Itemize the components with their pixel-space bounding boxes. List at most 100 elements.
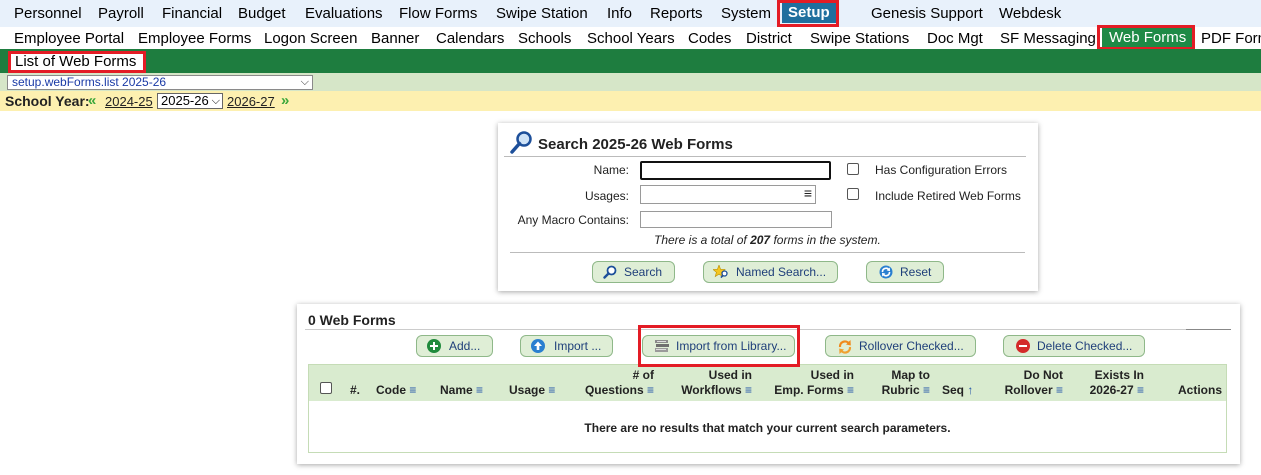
col-exists-in[interactable]: Exists In 2026-27 ≡ — [1072, 368, 1144, 398]
name-input[interactable] — [640, 161, 831, 180]
search-panel: Search 2025-26 Web Forms Name: Usages: ≡… — [498, 123, 1038, 291]
divider — [510, 252, 1025, 253]
sort-menu-icon[interactable]: ≡ — [548, 383, 555, 397]
submenu-calendars[interactable]: Calendars — [436, 30, 504, 48]
submenu-school-years[interactable]: School Years — [587, 30, 675, 48]
col-code[interactable]: Code ≡ — [376, 383, 416, 398]
total-forms-text: There is a total of 207 forms in the sys… — [654, 233, 881, 247]
reset-button-label: Reset — [900, 265, 932, 279]
menu-system[interactable]: System — [721, 4, 771, 23]
col-name[interactable]: Name ≡ — [440, 383, 483, 398]
col-workflows-label-1: Used in — [708, 368, 752, 382]
school-year-value: 2025-26 — [161, 93, 209, 108]
col-workflows[interactable]: Used in Workflows ≡ — [664, 368, 752, 398]
submenu-codes[interactable]: Codes — [688, 30, 731, 48]
include-retired-checkbox[interactable] — [847, 188, 859, 200]
web-forms-table: #. Code ≡ Name ≡ Usage ≡ # of Questions ≡… — [308, 364, 1227, 453]
macro-label: Any Macro Contains: — [517, 213, 629, 227]
submenu-sf-messaging[interactable]: SF Messaging — [1000, 30, 1096, 48]
col-actions: Actions — [1178, 383, 1223, 397]
col-exists-label-2: 2026-27 — [1089, 383, 1134, 397]
col-emp-forms[interactable]: Used in Emp. Forms ≡ — [761, 368, 854, 398]
sort-menu-icon[interactable]: ≡ — [409, 383, 416, 397]
col-questions-label-1: # of — [632, 368, 654, 382]
col-usage[interactable]: Usage ≡ — [509, 383, 555, 398]
col-empforms-label-2: Emp. Forms — [774, 383, 844, 397]
has-config-errors-checkbox[interactable] — [847, 163, 859, 175]
submenu-pdf-forms[interactable]: PDF Forms — [1201, 30, 1261, 48]
menu-flow-forms[interactable]: Flow Forms — [399, 4, 477, 23]
search-button-label: Search — [624, 265, 663, 279]
sort-ascending-icon[interactable]: ↑ — [967, 383, 973, 397]
include-retired-label: Include Retired Web Forms — [875, 189, 1021, 203]
reset-button[interactable]: Reset — [866, 261, 944, 283]
prev-year-link[interactable]: 2024-25 — [105, 94, 153, 109]
select-all-checkbox[interactable] — [320, 382, 332, 394]
col-seq[interactable]: Seq ↑ — [942, 383, 973, 398]
sort-menu-icon[interactable]: ≡ — [745, 383, 752, 397]
submenu-logon-screen[interactable]: Logon Screen — [264, 30, 357, 48]
school-year-label: School Year: — [5, 93, 90, 109]
submenu-swipe-stations[interactable]: Swipe Stations — [810, 30, 909, 48]
macro-input[interactable] — [640, 211, 832, 228]
import-button-label: Import ... — [554, 339, 602, 353]
menu-reports[interactable]: Reports — [650, 4, 703, 23]
submenu-banner[interactable]: Banner — [371, 30, 419, 48]
col-rubric-label-1: Map to — [891, 368, 930, 382]
web-forms-highlight-box — [1097, 25, 1195, 50]
star-search-icon — [713, 265, 728, 279]
submenu-schools[interactable]: Schools — [518, 30, 571, 48]
named-search-button[interactable]: Named Search... — [703, 261, 838, 283]
col-workflows-label-2: Workflows — [681, 383, 742, 397]
menu-webdesk[interactable]: Webdesk — [999, 4, 1061, 23]
next-year-arrow-icon[interactable]: » — [281, 92, 289, 109]
submenu-employee-portal[interactable]: Employee Portal — [14, 30, 124, 48]
usages-input[interactable]: ≡ — [640, 185, 816, 204]
search-magnifier-icon — [510, 130, 534, 154]
sort-menu-icon[interactable]: ≡ — [1137, 383, 1144, 397]
rollover-checked-button-label: Rollover Checked... — [859, 339, 964, 353]
menu-budget[interactable]: Budget — [238, 4, 286, 23]
col-seq-label: Seq — [942, 383, 965, 397]
col-empforms-label-1: Used in — [810, 368, 854, 382]
next-year-link[interactable]: 2026-27 — [227, 94, 275, 109]
sort-menu-icon[interactable]: ≡ — [647, 383, 654, 397]
arrow-up-circle-icon — [531, 339, 545, 353]
add-button[interactable]: Add... — [416, 335, 493, 357]
add-button-label: Add... — [449, 339, 481, 353]
search-title: Search 2025-26 Web Forms — [538, 136, 733, 153]
prev-year-arrow-icon[interactable]: « — [88, 92, 96, 109]
col-rubric[interactable]: Map to Rubric ≡ — [864, 368, 930, 398]
menu-swipe-station[interactable]: Swipe Station — [496, 4, 588, 23]
submenu-district[interactable]: District — [746, 30, 792, 48]
school-year-select[interactable]: 2025-26 ⌵ — [157, 93, 223, 109]
rollover-checked-button[interactable]: Rollover Checked... — [825, 335, 976, 357]
submenu-doc-mgt[interactable]: Doc Mgt — [927, 30, 983, 48]
submenu-employee-forms[interactable]: Employee Forms — [138, 30, 251, 48]
col-rubric-label-2: Rubric — [881, 383, 920, 397]
menu-personnel[interactable]: Personnel — [14, 4, 82, 23]
col-code-label: Code — [376, 383, 406, 397]
col-rollover-label-1: Do Not — [1023, 368, 1063, 382]
named-search-button-label: Named Search... — [736, 265, 827, 279]
page-title: List of Web Forms — [8, 51, 146, 73]
total-count: 207 — [750, 233, 771, 247]
col-rollover[interactable]: Do Not Rollover ≡ — [993, 368, 1063, 398]
list-menu-icon[interactable]: ≡ — [804, 185, 812, 201]
menu-info[interactable]: Info — [607, 4, 632, 23]
page-selector-dropdown[interactable]: setup.webForms.list 2025-26 ⌵ — [7, 75, 313, 90]
sort-menu-icon[interactable]: ≡ — [923, 383, 930, 397]
delete-checked-button[interactable]: Delete Checked... — [1003, 335, 1145, 357]
title-bar — [0, 49, 1261, 73]
sub-menu-bar: Employee Portal Employee Forms Logon Scr… — [0, 27, 1261, 49]
sort-menu-icon[interactable]: ≡ — [476, 383, 483, 397]
menu-evaluations[interactable]: Evaluations — [305, 4, 383, 23]
col-questions[interactable]: # of Questions ≡ — [579, 368, 654, 398]
sort-menu-icon[interactable]: ≡ — [1056, 383, 1063, 397]
search-button[interactable]: Search — [592, 261, 675, 283]
menu-financial[interactable]: Financial — [162, 4, 222, 23]
menu-genesis-support[interactable]: Genesis Support — [871, 4, 983, 23]
sort-menu-icon[interactable]: ≡ — [847, 383, 854, 397]
import-button[interactable]: Import ... — [520, 335, 613, 357]
menu-payroll[interactable]: Payroll — [98, 4, 144, 23]
